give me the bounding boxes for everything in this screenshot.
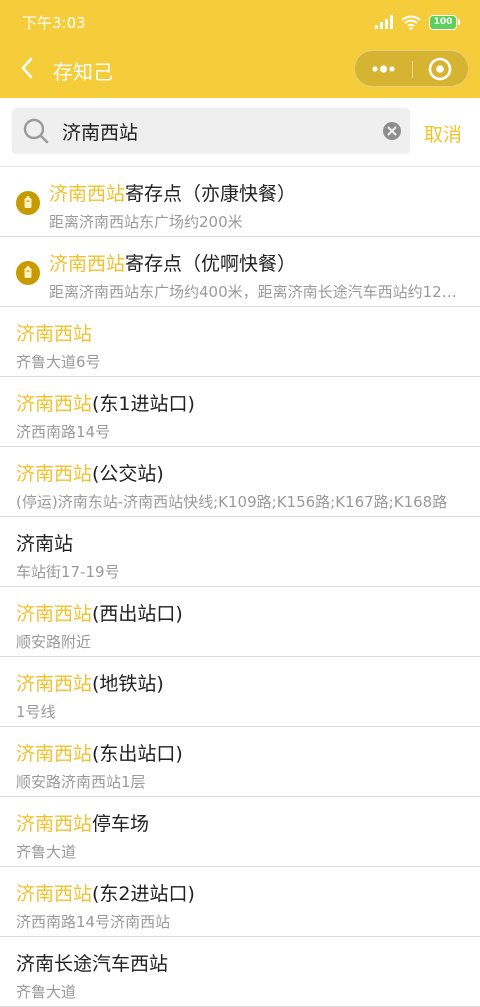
chevron-left-icon xyxy=(21,57,33,79)
clear-icon[interactable] xyxy=(382,121,402,141)
result-title: 济南西站 xyxy=(16,323,93,345)
result-item[interactable]: 济南站 车站街17-19号 xyxy=(0,517,480,587)
result-address: 1号线 xyxy=(16,703,56,721)
cancel-button[interactable]: 取消 xyxy=(424,120,462,147)
status-icons: 100 xyxy=(375,12,460,32)
result-title: 济南西站(东1进站口) xyxy=(16,393,195,415)
result-address: 济西南路14号 xyxy=(16,423,111,441)
result-address: 车站街17-19号 xyxy=(16,563,120,581)
wifi-icon xyxy=(401,15,421,30)
result-address: 距离济南西站东广场约200米 xyxy=(49,213,243,231)
app-header: 下午3:03 100 存知己 xyxy=(0,0,480,98)
result-title: 济南西站(西出站口) xyxy=(16,603,183,625)
back-button[interactable] xyxy=(16,54,38,82)
result-item[interactable]: 济南西站(东1进站口) 济西南路14号 xyxy=(0,377,480,447)
result-item[interactable]: 济南西站寄存点（优啊快餐） 距离济南西站东广场约400米，距离济南长途汽车西站约… xyxy=(0,237,480,307)
result-item[interactable]: 济南西站(东出站口) 顺安路济南西站1层 xyxy=(0,727,480,797)
result-title: 济南西站(东2进站口) xyxy=(16,883,195,905)
result-item[interactable]: 济南西站寄存点（亦康快餐） 距离济南西站东广场约200米 xyxy=(0,167,480,237)
result-address: (停运)济南东站-济南西站快线;K109路;K156路;K167路;K168路 xyxy=(16,493,448,511)
result-item[interactable]: 济南西站(东2进站口) 济西南路14号济南西站 xyxy=(0,867,480,937)
storage-pin-icon xyxy=(16,261,40,285)
status-time: 下午3:03 xyxy=(22,14,86,32)
result-title: 济南西站(公交站) xyxy=(16,463,164,485)
battery-level: 100 xyxy=(429,14,457,30)
result-address: 距离济南西站东广场约400米，距离济南长途汽车西站约1200米 xyxy=(49,283,459,301)
result-title: 济南长途汽车西站 xyxy=(16,953,169,975)
result-item[interactable]: 济南西站(公交站) (停运)济南东站-济南西站快线;K109路;K156路;K1… xyxy=(0,447,480,517)
more-button[interactable] xyxy=(355,51,412,86)
signal-icon xyxy=(375,15,393,29)
result-address: 齐鲁大道 xyxy=(16,843,77,861)
result-title: 济南西站寄存点（亦康快餐） xyxy=(49,183,297,205)
more-dots-icon xyxy=(372,65,395,73)
miniprogram-capsule xyxy=(354,50,469,87)
result-title: 济南西站寄存点（优啊快餐） xyxy=(49,253,297,275)
result-address: 济西南路14号济南西站 xyxy=(16,913,171,931)
search-box xyxy=(12,108,410,154)
result-item[interactable]: 济南长途汽车西站 齐鲁大道 xyxy=(0,937,480,1007)
storage-pin-icon xyxy=(16,191,40,215)
result-item[interactable]: 济南西站(地铁站) 1号线 xyxy=(0,657,480,727)
result-item[interactable]: 济南西站停车场 齐鲁大道 xyxy=(0,797,480,867)
search-bar xyxy=(0,98,480,167)
result-address: 顺安路济南西站1层 xyxy=(16,773,146,791)
page-title: 存知己 xyxy=(53,60,113,84)
result-title: 济南西站(地铁站) xyxy=(16,673,164,695)
search-input[interactable] xyxy=(62,116,372,146)
battery-icon: 100 xyxy=(429,14,460,30)
search-icon xyxy=(23,118,49,144)
result-title: 济南站 xyxy=(16,533,74,555)
search-results-list: 济南西站寄存点（亦康快餐） 距离济南西站东广场约200米 济南西站寄存点（优啊快… xyxy=(0,167,480,1007)
close-circle-icon xyxy=(428,57,452,81)
result-title: 济南西站停车场 xyxy=(16,813,150,835)
close-miniprogram-button[interactable] xyxy=(413,51,468,86)
result-item[interactable]: 济南西站(西出站口) 顺安路附近 xyxy=(0,587,480,657)
status-bar: 下午3:03 100 xyxy=(0,0,480,42)
result-item[interactable]: 济南西站 齐鲁大道6号 xyxy=(0,307,480,377)
result-title: 济南西站(东出站口) xyxy=(16,743,183,765)
result-address: 齐鲁大道6号 xyxy=(16,353,101,371)
result-address: 顺安路附近 xyxy=(16,633,92,651)
